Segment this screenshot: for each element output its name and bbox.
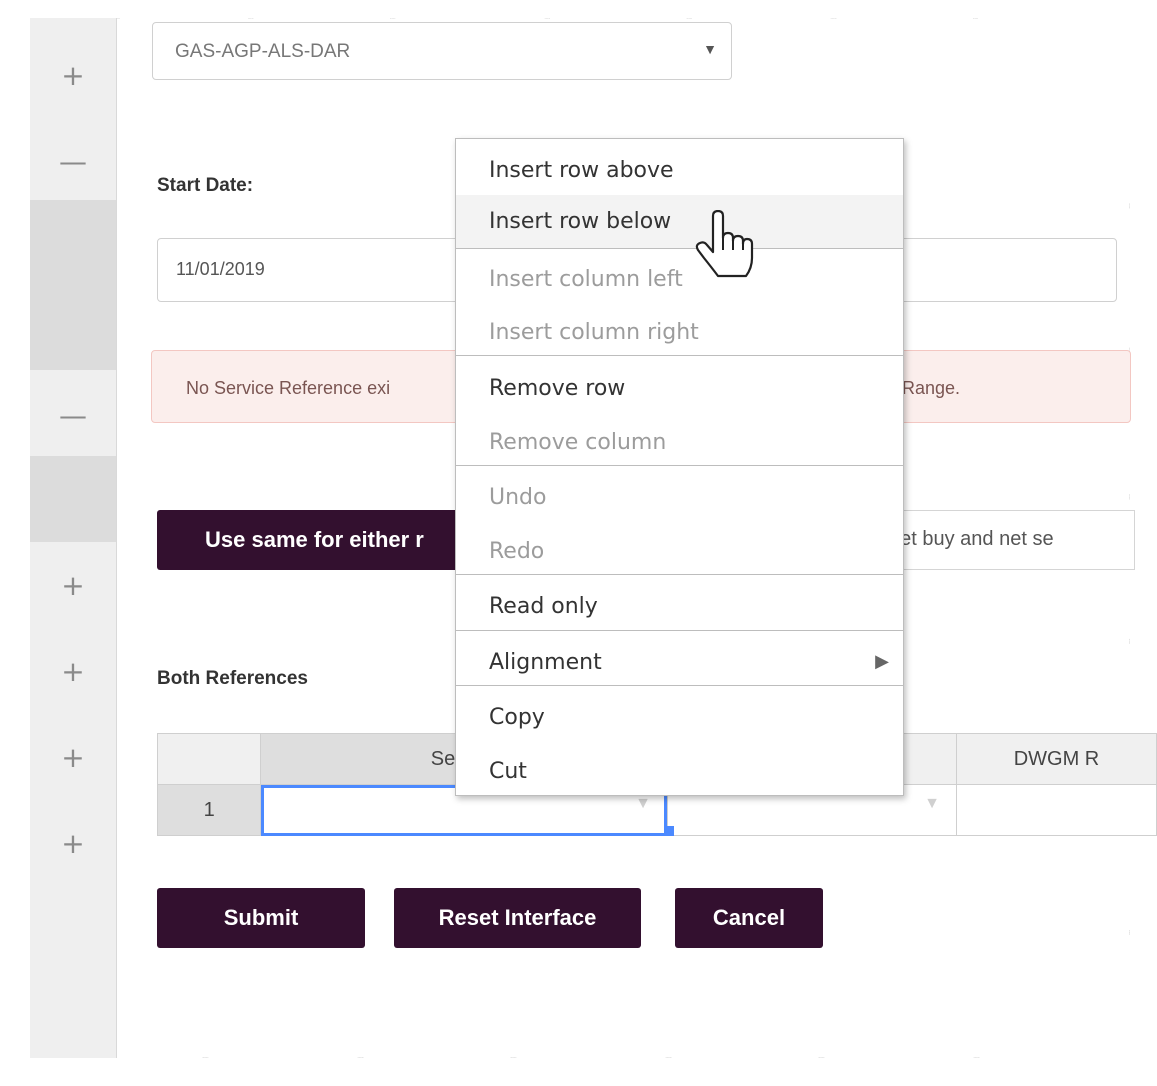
expand-toggle[interactable]: + — [30, 542, 116, 628]
menu-item-insert-column-left[interactable]: Insert column left — [456, 253, 903, 306]
dropdown-arrow-icon[interactable]: ▼ — [924, 795, 940, 813]
chevron-down-icon: ▼ — [703, 41, 717, 57]
expand-toggle[interactable]: + — [30, 628, 116, 714]
hand-pointer-icon — [695, 210, 754, 278]
menu-item-insert-column-right[interactable]: Insert column right — [456, 306, 903, 359]
submenu-arrow-icon: ▶ — [875, 651, 889, 672]
start-date-value: 11/01/2019 — [176, 259, 265, 279]
column-header-dwgm[interactable]: DWGM R — [955, 733, 1157, 785]
menu-item-undo[interactable]: Undo — [456, 471, 903, 524]
cancel-button[interactable]: Cancel — [675, 888, 823, 948]
collapse-toggle[interactable]: — — [30, 372, 116, 458]
fill-handle[interactable] — [664, 826, 674, 836]
menu-item-copy[interactable]: Copy — [456, 691, 903, 744]
menu-item-alignment[interactable]: Alignment ▶ — [456, 636, 903, 689]
menu-item-insert-row-below[interactable]: Insert row below — [456, 195, 903, 248]
row-header[interactable]: 1 — [156, 784, 262, 836]
menu-item-cut[interactable]: Cut — [456, 745, 903, 798]
start-date-label: Start Date: — [157, 175, 254, 196]
alert-text: No Service Reference exi — [186, 378, 391, 398]
menu-divider — [456, 248, 903, 249]
alignment-label: Alignment — [489, 650, 602, 675]
gutter-group-shade — [30, 200, 116, 370]
use-same-button[interactable]: Use same for either r — [157, 510, 487, 570]
alert-text-tail: Range. — [902, 378, 961, 398]
menu-item-redo[interactable]: Redo — [456, 525, 903, 578]
menu-divider — [456, 685, 903, 686]
gutter-group-shade — [30, 456, 116, 542]
reset-interface-button[interactable]: Reset Interface — [394, 888, 641, 948]
collapse-toggle[interactable]: — — [30, 118, 116, 204]
expand-toggle[interactable]: + — [30, 800, 116, 886]
context-menu: Insert row above Insert row below Insert… — [455, 138, 904, 796]
menu-item-insert-row-above[interactable]: Insert row above — [456, 144, 903, 197]
submit-button[interactable]: Submit — [157, 888, 365, 948]
expand-toggle[interactable]: + — [30, 32, 116, 118]
route-select[interactable]: GAS-AGP-ALS-DAR ▼ — [152, 22, 732, 80]
route-select-value: GAS-AGP-ALS-DAR — [175, 41, 351, 62]
net-buy-option[interactable]: net buy and net se — [885, 510, 1135, 570]
menu-item-remove-row[interactable]: Remove row — [456, 362, 903, 415]
menu-divider — [456, 355, 903, 356]
corner-cell[interactable] — [156, 733, 262, 785]
expand-toggle[interactable]: + — [30, 714, 116, 800]
menu-divider — [456, 630, 903, 631]
grid-cell-dwgm[interactable] — [955, 784, 1157, 836]
menu-item-read-only[interactable]: Read only — [456, 580, 903, 633]
section-title: Both References — [157, 668, 308, 689]
menu-divider — [456, 465, 903, 466]
menu-item-remove-column[interactable]: Remove column — [456, 416, 903, 469]
menu-divider — [456, 574, 903, 575]
